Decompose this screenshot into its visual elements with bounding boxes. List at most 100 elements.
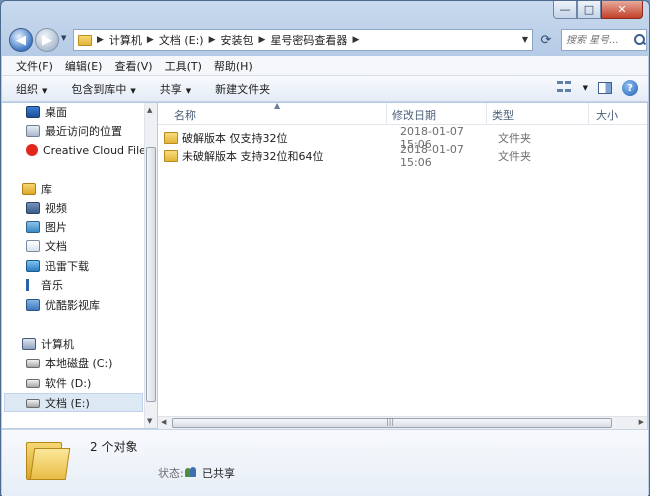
nav-item-drive-e[interactable]: 文档 (E:) bbox=[26, 394, 90, 412]
caption-buttons: — □ ✕ bbox=[553, 1, 643, 19]
include-label: 包含到库中 bbox=[71, 82, 127, 96]
nav-item-creative-cloud[interactable]: Creative Cloud File bbox=[26, 141, 144, 159]
column-divider[interactable] bbox=[386, 103, 387, 125]
file-row[interactable]: 未破解版本 支持32位和64位 2018-01-07 15:06 文件夹 bbox=[164, 143, 634, 169]
drive-icon bbox=[26, 358, 40, 368]
breadcrumb-separator[interactable]: ▶ bbox=[209, 35, 216, 45]
drive-icon bbox=[26, 398, 40, 408]
refresh-icon[interactable]: ⟳ bbox=[537, 30, 555, 50]
scrollbar-thumb[interactable] bbox=[146, 147, 156, 402]
recent-places-icon bbox=[26, 125, 40, 137]
nav-label: 图片 bbox=[45, 221, 67, 234]
scroll-left-icon[interactable]: ◀ bbox=[161, 418, 166, 426]
library-icon bbox=[22, 183, 36, 195]
file-list-hscrollbar[interactable]: ◀ ||| ▶ bbox=[158, 416, 647, 429]
nav-label: 文档 (E:) bbox=[45, 397, 90, 410]
breadcrumb-drive-e[interactable]: 文档 (E:) bbox=[159, 32, 204, 48]
menu-edit[interactable]: 编辑(E) bbox=[59, 58, 109, 74]
address-bar[interactable]: ▶ 计算机 ▶ 文档 (E:) ▶ 安装包 ▶ 星号密码查看器 ▶ ▼ bbox=[73, 29, 533, 51]
organize-button[interactable]: 组织 ▼ bbox=[16, 81, 47, 97]
nav-item-pictures[interactable]: 图片 bbox=[26, 218, 67, 236]
view-dropdown-icon[interactable]: ▼ bbox=[583, 84, 588, 92]
back-button[interactable]: ◀ bbox=[9, 28, 33, 52]
folder-icon bbox=[164, 150, 178, 162]
nav-item-libraries[interactable]: 库 bbox=[22, 180, 52, 198]
minimize-button[interactable]: — bbox=[553, 1, 577, 19]
column-size[interactable]: 大小 bbox=[596, 107, 618, 123]
include-in-library-button[interactable]: 包含到库中 ▼ bbox=[71, 81, 135, 97]
search-input[interactable] bbox=[566, 34, 632, 46]
nav-label: 计算机 bbox=[41, 338, 74, 351]
column-divider[interactable] bbox=[588, 103, 589, 125]
nav-label: 优酷影视库 bbox=[45, 299, 100, 312]
column-divider[interactable] bbox=[486, 103, 487, 125]
nav-label: 最近访问的位置 bbox=[45, 125, 122, 138]
file-name: 破解版本 仅支持32位 bbox=[182, 132, 288, 145]
breadcrumb-separator[interactable]: ▶ bbox=[352, 35, 359, 45]
nav-label: 视频 bbox=[45, 202, 67, 215]
status-label: 状态: bbox=[158, 467, 184, 480]
address-dropdown[interactable]: ▼ bbox=[522, 35, 528, 44]
details-pane: 2 个对象 状态: 已共享 bbox=[2, 429, 648, 496]
column-type[interactable]: 类型 bbox=[492, 107, 514, 123]
breadcrumb: ▶ 计算机 ▶ 文档 (E:) ▶ 安装包 ▶ 星号密码查看器 ▶ bbox=[92, 32, 364, 48]
chevron-down-icon: ▼ bbox=[42, 86, 48, 95]
share-button[interactable]: 共享 ▼ bbox=[160, 81, 191, 97]
breadcrumb-separator[interactable]: ▶ bbox=[147, 35, 154, 45]
computer-icon bbox=[22, 338, 36, 350]
breadcrumb-separator[interactable]: ▶ bbox=[97, 35, 104, 45]
scrollbar-grip: ||| bbox=[386, 417, 395, 426]
column-header: ▲ 名称 修改日期 类型 大小 bbox=[158, 101, 647, 125]
scroll-right-icon[interactable]: ▶ bbox=[639, 418, 644, 426]
column-name[interactable]: 名称 bbox=[174, 107, 196, 123]
new-folder-button[interactable]: 新建文件夹 bbox=[215, 81, 270, 97]
maximize-button[interactable]: □ bbox=[577, 1, 601, 19]
menu-help[interactable]: 帮助(H) bbox=[208, 58, 259, 74]
recent-pages-dropdown[interactable]: ▼ bbox=[61, 34, 66, 42]
large-folder-icon bbox=[26, 436, 71, 480]
preview-pane-icon[interactable] bbox=[598, 82, 612, 94]
scroll-down-icon[interactable]: ▼ bbox=[147, 417, 152, 425]
column-date[interactable]: 修改日期 bbox=[392, 107, 436, 123]
search-box[interactable] bbox=[561, 29, 647, 51]
file-row[interactable]: 破解版本 仅支持32位 2018-01-07 15:06 文件夹 bbox=[164, 125, 634, 151]
breadcrumb-current[interactable]: 星号密码查看器 bbox=[270, 32, 347, 48]
menu-tools[interactable]: 工具(T) bbox=[159, 58, 208, 74]
nav-scrollbar[interactable]: ▲ ▼ bbox=[144, 103, 157, 428]
navigation-pane: 桌面 最近访问的位置 Creative Cloud File 库 视频 图片 文… bbox=[2, 103, 144, 428]
navigation-row: ◀ ▶ ▼ ▶ 计算机 ▶ 文档 (E:) ▶ 安装包 ▶ 星号密码查看器 ▶ … bbox=[5, 26, 647, 52]
video-icon bbox=[26, 202, 40, 214]
status-value: 已共享 bbox=[202, 467, 235, 480]
file-date: 2018-01-07 15:06 bbox=[400, 143, 464, 169]
nav-item-music[interactable]: 音乐 bbox=[26, 276, 63, 294]
download-icon bbox=[26, 260, 40, 272]
help-icon[interactable]: ? bbox=[622, 80, 638, 96]
nav-label: 桌面 bbox=[45, 106, 67, 119]
nav-item-drive-d[interactable]: 软件 (D:) bbox=[26, 374, 91, 392]
forward-button[interactable]: ▶ bbox=[35, 28, 59, 52]
nav-item-desktop[interactable]: 桌面 bbox=[26, 103, 67, 121]
scroll-up-icon[interactable]: ▲ bbox=[147, 106, 152, 114]
breadcrumb-install[interactable]: 安装包 bbox=[221, 32, 254, 48]
chevron-down-icon: ▼ bbox=[130, 86, 136, 95]
nav-item-recent[interactable]: 最近访问的位置 bbox=[26, 122, 122, 140]
command-bar: 组织 ▼ 包含到库中 ▼ 共享 ▼ 新建文件夹 ▼ ? bbox=[2, 76, 648, 102]
close-button[interactable]: ✕ bbox=[601, 1, 643, 19]
nav-item-youku[interactable]: 优酷影视库 bbox=[26, 296, 100, 314]
sort-ascending-icon: ▲ bbox=[274, 101, 281, 110]
picture-icon bbox=[26, 221, 40, 233]
search-icon[interactable] bbox=[634, 34, 646, 46]
menu-file[interactable]: 文件(F) bbox=[10, 58, 59, 74]
file-type: 文件夹 bbox=[498, 132, 531, 145]
nav-item-documents[interactable]: 文档 bbox=[26, 237, 67, 255]
menu-view[interactable]: 查看(V) bbox=[108, 58, 158, 74]
change-view-icon[interactable] bbox=[556, 81, 573, 95]
file-list: ▲ 名称 修改日期 类型 大小 破解版本 仅支持32位 2018-01-07 1… bbox=[158, 101, 647, 416]
nav-item-computer[interactable]: 计算机 bbox=[22, 335, 74, 353]
breadcrumb-computer[interactable]: 计算机 bbox=[109, 32, 142, 48]
breadcrumb-separator[interactable]: ▶ bbox=[259, 35, 266, 45]
nav-item-thunder-downloads[interactable]: 迅雷下载 bbox=[26, 257, 89, 275]
nav-item-videos[interactable]: 视频 bbox=[26, 199, 67, 217]
nav-label: Creative Cloud File bbox=[43, 143, 144, 157]
nav-item-drive-c[interactable]: 本地磁盘 (C:) bbox=[26, 354, 112, 372]
